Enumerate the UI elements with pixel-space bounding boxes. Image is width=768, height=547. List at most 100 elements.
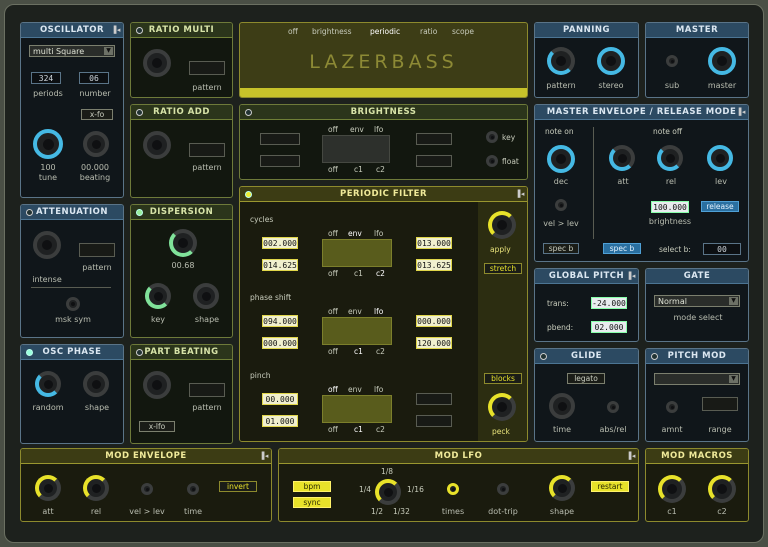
power-toggle[interactable] <box>136 27 143 34</box>
power-toggle[interactable] <box>245 109 252 116</box>
src-c1[interactable]: c1 <box>354 165 363 174</box>
power-toggle[interactable] <box>651 353 658 360</box>
time-knob[interactable] <box>549 393 575 419</box>
key-knob[interactable] <box>486 131 498 143</box>
pinch-left-2[interactable]: 01.000 <box>262 415 298 427</box>
pinch-src-off[interactable]: off <box>328 425 338 434</box>
restart-button[interactable]: restart <box>591 481 629 492</box>
number-field[interactable]: 06 <box>79 72 109 84</box>
power-toggle[interactable] <box>540 353 547 360</box>
msk-sym-knob[interactable] <box>66 297 80 311</box>
display-tab-ratio[interactable]: ratio <box>420 27 437 36</box>
phase-left-1[interactable]: 094.000 <box>262 315 298 327</box>
pattern-slot[interactable] <box>189 61 225 75</box>
apply-knob[interactable] <box>488 211 516 239</box>
mode-lfo[interactable]: lfo <box>374 125 383 134</box>
mode-env[interactable]: env <box>350 125 364 134</box>
display-tab-scope[interactable]: scope <box>452 27 474 36</box>
stretch-button[interactable]: stretch <box>484 263 522 274</box>
cycles-mode-env[interactable]: env <box>348 229 362 238</box>
invert-button[interactable]: invert <box>219 481 257 492</box>
pinch-mode-off[interactable]: off <box>328 385 338 394</box>
pinch-right-1[interactable] <box>416 393 452 405</box>
pinch-mode-lfo[interactable]: lfo <box>374 385 383 394</box>
phase-src-c2[interactable]: c2 <box>376 347 385 356</box>
dispersion-knob[interactable] <box>169 229 197 257</box>
power-toggle[interactable] <box>245 191 252 198</box>
cycles-mode-off[interactable]: off <box>328 229 338 238</box>
cycles-src-c1[interactable]: c1 <box>354 269 363 278</box>
display-tab-brightness[interactable]: brightness <box>312 27 352 36</box>
c1-knob[interactable] <box>658 475 686 503</box>
display-tab-off[interactable]: off <box>288 27 298 36</box>
att-knob[interactable] <box>609 145 635 171</box>
trans-field[interactable]: -24.000 <box>591 297 627 309</box>
power-toggle[interactable] <box>136 209 143 216</box>
pinch-mode-env[interactable]: env <box>348 385 362 394</box>
cycles-left-2[interactable]: 014.625 <box>262 259 298 271</box>
abs-rel-knob[interactable] <box>607 401 619 413</box>
phase-mode-lfo[interactable]: lfo <box>374 307 383 316</box>
pattern-knob[interactable] <box>547 47 575 75</box>
select-b-field[interactable]: 00 <box>703 243 741 255</box>
power-toggle[interactable] <box>136 349 143 356</box>
ratio-add-knob[interactable] <box>143 131 171 159</box>
pitch-mod-select[interactable]: ▼ <box>654 373 740 385</box>
cycles-left-1[interactable]: 002.000 <box>262 237 298 249</box>
mode-off[interactable]: off <box>328 125 338 134</box>
blocks-button[interactable]: blocks <box>484 373 522 384</box>
power-toggle[interactable] <box>26 209 33 216</box>
time-knob[interactable] <box>187 483 199 495</box>
periods-field[interactable]: 324 <box>31 72 61 84</box>
rate-knob[interactable] <box>375 479 401 505</box>
phase-left-2[interactable]: 000.000 <box>262 337 298 349</box>
phase-mode-env[interactable]: env <box>348 307 362 316</box>
master-knob[interactable] <box>708 47 736 75</box>
phase-src-c1[interactable]: c1 <box>354 347 363 356</box>
vel-lev-knob[interactable] <box>555 199 567 211</box>
pinch-right-2[interactable] <box>416 415 452 427</box>
power-toggle[interactable] <box>26 349 33 356</box>
display-tab-periodic[interactable]: periodic <box>370 27 400 36</box>
shape-knob[interactable] <box>549 475 575 501</box>
cycles-right-1[interactable]: 013.000 <box>416 237 452 249</box>
waveform-select[interactable]: multi Square ▼ <box>29 45 115 57</box>
legato-button[interactable]: legato <box>567 373 605 384</box>
dot-trip-knob[interactable] <box>497 483 509 495</box>
stereo-knob[interactable] <box>597 47 625 75</box>
power-toggle[interactable] <box>136 109 143 116</box>
pattern-slot[interactable] <box>189 143 225 157</box>
right-value-2[interactable] <box>416 155 452 167</box>
xfo-button[interactable]: x-fo <box>81 109 113 120</box>
cycles-mode-lfo[interactable]: lfo <box>374 229 383 238</box>
cycles-src-off[interactable]: off <box>328 269 338 278</box>
sub-knob[interactable] <box>666 55 678 67</box>
pattern-slot[interactable] <box>79 243 115 257</box>
cycles-right-2[interactable]: 013.625 <box>416 259 452 271</box>
peck-knob[interactable] <box>488 393 516 421</box>
att-knob[interactable] <box>35 475 61 501</box>
rel-knob[interactable] <box>83 475 109 501</box>
gate-mode-select[interactable]: Normal ▼ <box>654 295 740 307</box>
spec-b-button[interactable]: spec b <box>603 243 641 254</box>
sync-button[interactable]: sync <box>293 497 331 508</box>
pinch-src-c2[interactable]: c2 <box>376 425 385 434</box>
beating-knob[interactable] <box>83 131 109 157</box>
shape-knob[interactable] <box>83 371 109 397</box>
intense-knob[interactable] <box>33 231 61 259</box>
phase-right-2[interactable]: 120.000 <box>416 337 452 349</box>
shape-knob[interactable] <box>193 283 219 309</box>
phase-right-1[interactable]: 000.000 <box>416 315 452 327</box>
dec-knob[interactable] <box>547 145 575 173</box>
float-knob[interactable] <box>486 155 498 167</box>
src-c2[interactable]: c2 <box>376 165 385 174</box>
phase-src-off[interactable]: off <box>328 347 338 356</box>
c2-knob[interactable] <box>708 475 736 503</box>
tune-knob[interactable] <box>33 129 63 159</box>
xlfo-button[interactable]: x-lfo <box>139 421 175 432</box>
vel-lev-knob[interactable] <box>141 483 153 495</box>
left-value-1[interactable] <box>260 133 300 145</box>
random-knob[interactable] <box>35 371 61 397</box>
brightness-value[interactable]: 100.000 <box>651 201 689 213</box>
ratio-multi-knob[interactable] <box>143 49 171 77</box>
